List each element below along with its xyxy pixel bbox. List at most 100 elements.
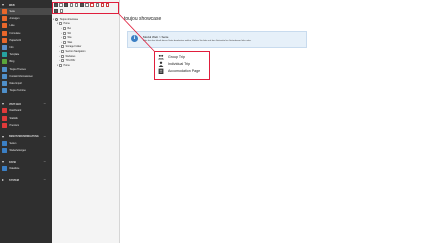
module-icon bbox=[2, 88, 7, 94]
sidebar-item[interactable]: Blog bbox=[0, 58, 52, 65]
sidebar-item-label: Liste bbox=[9, 24, 15, 28]
sidebar-item[interactable]: Toujou Termine bbox=[0, 87, 52, 94]
globe-icon bbox=[55, 17, 59, 21]
page-icon bbox=[61, 45, 64, 49]
page-icon bbox=[63, 36, 66, 40]
sidebar-item[interactable]: Anzeigen bbox=[0, 15, 52, 22]
tree-node-label: Storage Folder bbox=[65, 45, 82, 49]
sidebar-item[interactable]: Template bbox=[0, 51, 52, 58]
page-icon bbox=[63, 26, 66, 30]
sidebar-datei-items: Dateiliste bbox=[0, 165, 52, 172]
sidebar-item-label: Formulare bbox=[9, 31, 21, 35]
tree-node-label: Home bbox=[63, 22, 70, 26]
sidebar-item[interactable]: Data Import bbox=[0, 80, 52, 87]
sidebar-item[interactable]: Premium bbox=[0, 122, 52, 129]
person-icon bbox=[158, 61, 164, 67]
sidebar-item-label: Weiterleitungen bbox=[9, 149, 27, 153]
sidebar-item[interactable]: Info bbox=[0, 44, 52, 51]
chevron-down-icon: ▾ bbox=[2, 133, 5, 139]
sidebar-item-label: Dashboard bbox=[9, 109, 22, 113]
page-icon bbox=[59, 22, 62, 26]
tree-node-label: Bei bbox=[67, 26, 71, 30]
sidebar-group-system[interactable]: ▸ System − bbox=[0, 177, 52, 183]
sidebar-item[interactable]: Dateiliste bbox=[0, 165, 52, 172]
tree-node-label: Wir bbox=[67, 31, 72, 35]
module-icon bbox=[2, 80, 7, 86]
sidebar-item-label: Anzeigen bbox=[9, 17, 20, 21]
collapse-icon[interactable]: − bbox=[44, 160, 46, 164]
module-icon bbox=[2, 59, 7, 65]
sidebar-verwaltung-items: Seiten Weiterleitungen bbox=[0, 140, 52, 154]
tree-node-list: ▾ Home › Bei › Wir › Wie › Was › Storage Folder › Sec… bbox=[52, 22, 119, 68]
module-icon bbox=[2, 66, 7, 72]
sidebar-item-label: Seiten bbox=[9, 141, 17, 145]
sidebar-item[interactable]: Kontakt Informationen bbox=[0, 73, 52, 80]
sidebar-item[interactable]: Liste bbox=[0, 22, 52, 29]
sidebar-item-label: Statistik bbox=[9, 116, 18, 120]
collapse-icon[interactable]: − bbox=[44, 178, 46, 182]
sidebar-item[interactable]: Seite bbox=[0, 8, 52, 16]
sidebar-item-label: Blog bbox=[9, 60, 15, 64]
sidebar-group-title: Datei bbox=[9, 160, 16, 164]
sidebar-group-title: Benutzerverwaltung bbox=[9, 135, 39, 139]
page-type-accomodation[interactable]: Accomodation Page bbox=[155, 67, 209, 74]
sidebar-item-label: Data Import bbox=[9, 81, 23, 85]
sidebar-item-label: Template bbox=[9, 53, 20, 57]
sidebar-item-label: Seite bbox=[9, 10, 15, 14]
module-icon bbox=[2, 23, 7, 29]
module-icon bbox=[2, 140, 7, 146]
tree-node-label: Toujou showcase bbox=[59, 17, 79, 21]
tree-node-label: Was bbox=[67, 40, 73, 44]
chevron-down-icon: ▾ bbox=[2, 2, 5, 7]
tree-node[interactable]: ▾ Home bbox=[52, 63, 119, 68]
collapse-icon[interactable]: − bbox=[44, 134, 46, 139]
module-icon bbox=[2, 45, 7, 51]
module-sidebar: ▾ Web Seite Anzeigen Liste Formulare Papierk… bbox=[0, 0, 52, 243]
page-tree: ▾ Toujou showcase ▾ Home › Bei › Wir › Wie › Was ›… bbox=[52, 14, 119, 68]
page-title: toujou showcase bbox=[124, 16, 162, 22]
page-icon bbox=[59, 63, 62, 67]
page-type-label: Group Trip bbox=[168, 54, 185, 59]
building-icon bbox=[158, 68, 164, 74]
sidebar-item[interactable]: Dashboard bbox=[0, 107, 52, 114]
sidebar-group-title: Visit Geo bbox=[9, 102, 21, 106]
sidebar-item[interactable]: Statistik bbox=[0, 114, 52, 121]
sidebar-item-label: Dateiliste bbox=[9, 167, 20, 171]
page-type-label: Accomodation Page bbox=[168, 68, 201, 73]
page-icon bbox=[63, 40, 66, 44]
sidebar-item[interactable]: Weiterleitungen bbox=[0, 147, 52, 154]
sidebar-item-label: Toujou Themes bbox=[9, 67, 26, 71]
sidebar-item-label: Papierkorb bbox=[9, 38, 22, 42]
page-icon bbox=[61, 59, 64, 63]
module-icon bbox=[2, 37, 7, 43]
info-text: Bitte bei den Inhalt dieser Seite bearbe… bbox=[143, 40, 252, 42]
sidebar-item[interactable]: Papierkorb bbox=[0, 37, 52, 44]
group-icon bbox=[158, 54, 164, 60]
sidebar-item[interactable]: Formulare bbox=[0, 30, 52, 37]
sidebar-item[interactable]: Seiten bbox=[0, 140, 52, 147]
sidebar-item-label: Premium bbox=[9, 123, 20, 127]
sidebar-item-label: Info bbox=[9, 46, 14, 50]
module-icon bbox=[2, 122, 7, 128]
tree-node-label: Wie bbox=[67, 36, 72, 40]
module-icon bbox=[2, 73, 7, 79]
sidebar-visit-items: Dashboard Statistik Premium bbox=[0, 107, 52, 129]
module-icon bbox=[2, 115, 7, 121]
sidebar-group-title: Web bbox=[9, 3, 15, 7]
main-content: toujou showcase i Modul Web > Seite Bitt… bbox=[121, 0, 433, 243]
sidebar-item-label: Toujou Termine bbox=[9, 89, 26, 93]
sidebar-item[interactable]: Toujou Themes bbox=[0, 66, 52, 73]
sidebar-web-items: Seite Anzeigen Liste Formulare Papierkorb Inf… bbox=[0, 8, 52, 94]
sidebar-group-title: System bbox=[9, 178, 19, 182]
module-icon bbox=[2, 16, 7, 22]
page-tree-panel: ▾ Toujou showcase ▾ Home › Bei › Wir › Wie › Was ›… bbox=[52, 0, 120, 243]
tree-node-label: Websites bbox=[65, 54, 76, 58]
collapse-icon[interactable]: − bbox=[44, 102, 46, 106]
toolbar-highlight bbox=[52, 2, 119, 14]
page-type-individual-trip[interactable]: Individual Trip bbox=[155, 60, 209, 67]
app-window: ▾ Web Seite Anzeigen Liste Formulare Papierk… bbox=[0, 0, 433, 243]
page-type-group-trip[interactable]: Group Trip bbox=[155, 53, 209, 60]
tree-node-label: Section Navigation bbox=[65, 49, 86, 53]
page-types-popup: Group Trip Individual Trip Accomodation … bbox=[154, 51, 210, 80]
info-icon: i bbox=[131, 35, 138, 42]
